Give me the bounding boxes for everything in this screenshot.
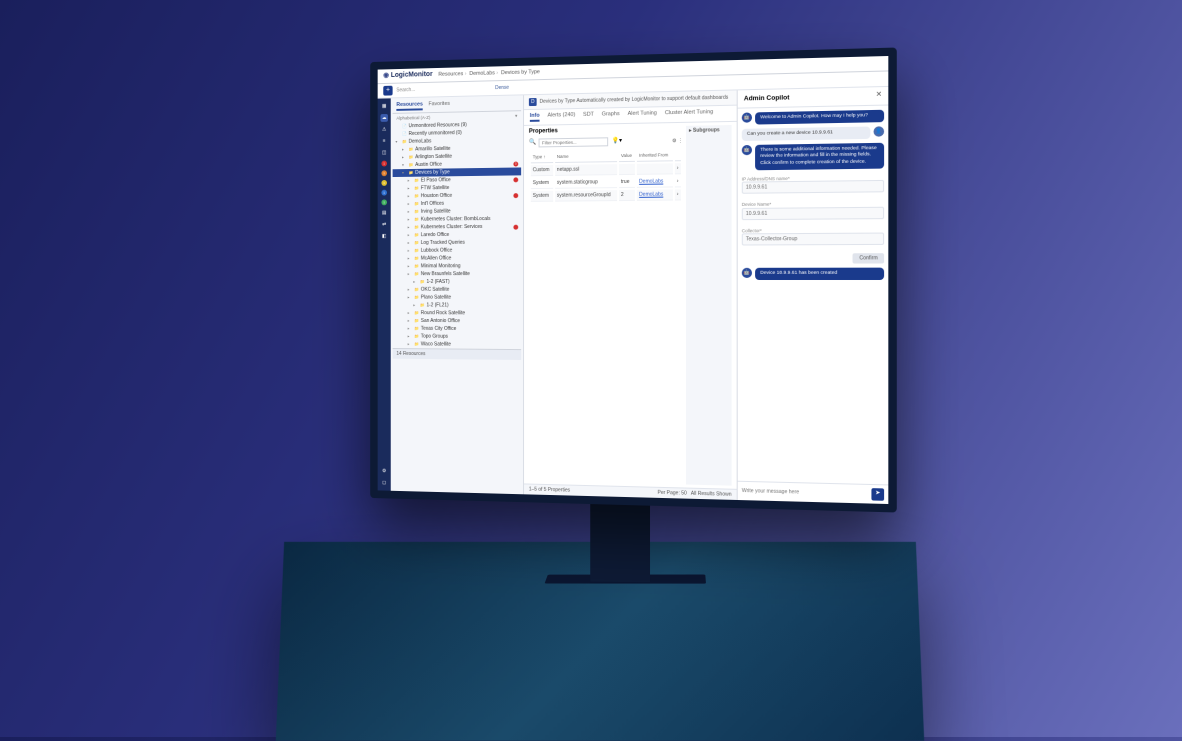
rail-settings-icon[interactable]: ⚙ <box>380 467 387 475</box>
tree-item[interactable]: ▸📁New Braunfels Satellite <box>393 270 522 278</box>
form-collector-field[interactable]: Collector*Texas-Collector-Group <box>742 227 884 246</box>
col-type[interactable]: Type ↑ <box>531 152 553 163</box>
subgroups-panel: ▸ Subgroups <box>686 125 732 486</box>
close-icon[interactable]: ✕ <box>876 92 882 101</box>
tab-alerts[interactable]: Alerts (240) <box>547 112 575 121</box>
dense-toggle[interactable]: Dense <box>495 85 509 91</box>
alert-icon <box>513 193 518 198</box>
bot-message: 🤖 Welcome to Admin Copilot. How may I he… <box>742 110 884 125</box>
tab-alerttuning[interactable]: Alert Tuning <box>628 111 657 120</box>
table-row[interactable]: Systemsystem.resourceGroupId2DemoLabs› <box>531 189 681 202</box>
rail-exchange-icon[interactable]: ⇄ <box>380 221 387 229</box>
pagination-count: 1–5 of 5 Properties <box>529 487 570 494</box>
tree-sort-icon[interactable]: ▾ <box>515 113 517 118</box>
rail-reports-icon[interactable]: ▤ <box>380 210 387 218</box>
col-value[interactable]: Value <box>619 151 635 162</box>
user-message: Can you create a new device 10.9.9.61 👤 <box>742 126 884 141</box>
alert-icon <box>513 225 518 230</box>
caret-icon[interactable]: ▸ <box>689 128 692 134</box>
rail-resources-icon[interactable]: ☁ <box>380 114 387 122</box>
add-button[interactable]: + <box>383 86 392 96</box>
search-input[interactable]: Search... <box>396 86 491 94</box>
app-logo[interactable]: LogicMonitor <box>383 71 432 80</box>
alert-badge-warn[interactable]: 1 <box>381 180 387 186</box>
tab-info[interactable]: Info <box>530 113 540 122</box>
form-ip-field[interactable]: IP Address/DNS name*10.9.9.61 <box>742 175 884 194</box>
bot-avatar-icon: 🤖 <box>742 268 752 278</box>
properties-settings-icon[interactable]: ⚙ ⋮ <box>672 138 683 144</box>
filter-lightbulb-icon[interactable]: 💡▾ <box>612 138 622 145</box>
copilot-title: Admin Copilot <box>744 94 790 103</box>
rail-help-icon[interactable]: ◻ <box>380 479 387 487</box>
tree-footer: 14 Resources <box>393 348 522 360</box>
tab-favorites[interactable]: Favorites <box>429 101 450 110</box>
rail-dashboard-icon[interactable]: ▦ <box>380 103 387 111</box>
tab-resources[interactable]: Resources <box>396 102 422 111</box>
alert-icon: 3 <box>513 161 518 166</box>
tree-sort[interactable]: Alphabetical (A-Z) <box>396 115 430 121</box>
folder-icon: D <box>529 98 537 106</box>
tree-item[interactable]: ▸📁1-2 (FAST) <box>393 278 522 286</box>
bot-avatar-icon: 🤖 <box>742 145 752 155</box>
bot-message: 🤖 Device 10.9.9.61 has been created <box>742 268 884 281</box>
rail-maps-icon[interactable]: ◫ <box>380 149 387 157</box>
rail-modules-icon[interactable]: ◧ <box>380 233 387 241</box>
user-avatar-icon: 👤 <box>874 126 885 136</box>
table-row[interactable]: Systemsystem.staticgrouptrueDemoLabs› <box>531 176 681 189</box>
col-name[interactable]: Name <box>555 151 617 162</box>
bot-message: 🤖 There is some additional information n… <box>742 143 884 170</box>
col-inherited[interactable]: Inherited From <box>637 150 673 161</box>
rail-alerts-icon[interactable]: ⚠ <box>380 126 387 134</box>
alert-badge-info[interactable]: 1 <box>381 190 387 196</box>
main-panel: D Devices by Type Automatically created … <box>524 91 738 500</box>
confirm-button[interactable]: Confirm <box>853 253 884 263</box>
tab-clusteralert[interactable]: Cluster Alert Tuning <box>665 110 713 120</box>
results-status: All Results Shown <box>691 491 732 498</box>
form-devicename-field[interactable]: Device Name*10.9.9.61 <box>742 201 884 220</box>
properties-filter[interactable] <box>539 137 609 147</box>
properties-table: Type ↑ Name Value Inherited From Customn… <box>529 148 683 203</box>
send-icon[interactable]: ➤ <box>871 488 884 501</box>
alert-badge-ok[interactable]: 1 <box>381 200 387 206</box>
table-row[interactable]: Customnetapp.ssl› <box>531 163 681 176</box>
filter-search-icon: 🔍 <box>529 140 536 147</box>
bot-avatar-icon: 🤖 <box>742 112 752 122</box>
monitor: LogicMonitor Resources DemoLabs Devices … <box>370 47 897 512</box>
alert-icon <box>513 177 518 182</box>
tree-item[interactable]: ▸📁OKC Satellite <box>393 286 522 294</box>
copilot-input[interactable] <box>742 488 868 497</box>
resource-tree: Resources Favorites Alphabetical (A-Z)▾ … <box>391 96 524 495</box>
per-page-select[interactable]: Per Page: 50 <box>657 490 686 497</box>
main-header-text: Devices by Type Automatically created by… <box>540 95 729 105</box>
tab-graphs[interactable]: Graphs <box>602 112 620 121</box>
rail-logs-icon[interactable]: ≡ <box>380 138 387 146</box>
alert-badge-critical[interactable]: 1 <box>381 161 387 167</box>
properties-title: Properties <box>529 126 683 136</box>
nav-rail: ▦ ☁ ⚠ ≡ ◫ 1 1 1 1 1 ▤ ⇄ ◧ ⚙ ◻ <box>378 99 391 491</box>
admin-copilot-panel: Admin Copilot ✕ 🤖 Welcome to Admin Copil… <box>738 87 889 504</box>
tab-sdt[interactable]: SDT <box>583 112 594 121</box>
breadcrumb[interactable]: Resources DemoLabs Devices by Type <box>438 69 540 78</box>
alert-badge-error[interactable]: 1 <box>381 171 387 177</box>
tree-item[interactable]: ▸📁Minimal Monitoring <box>393 263 522 271</box>
